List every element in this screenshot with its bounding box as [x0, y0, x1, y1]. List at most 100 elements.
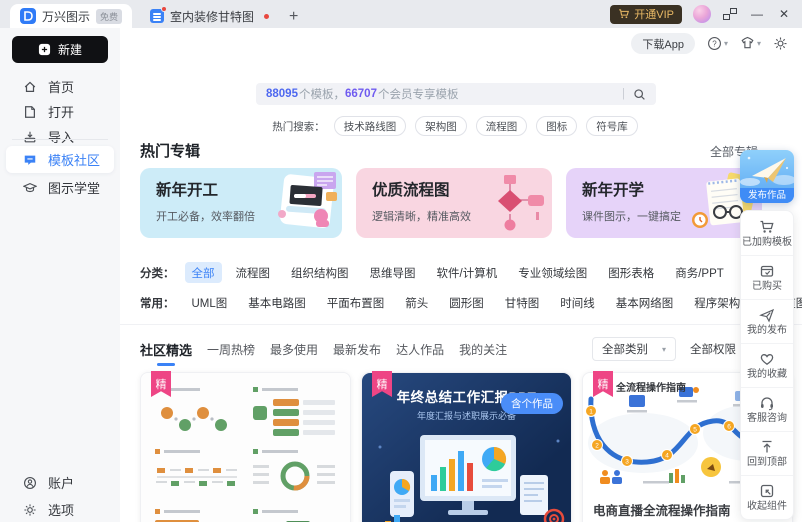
back-to-top-button[interactable]: 回到顶部 [741, 431, 793, 475]
promo-subtitle: 逻辑清晰，精准高效 [372, 208, 471, 224]
category-filter-dropdown[interactable]: 全部类别 ▾ [592, 337, 676, 361]
common-row: 常用： UML图 基本电路图 平面布置图 箭头 圆形图 甘特图 时间线 基本网络… [140, 292, 802, 313]
customer-service-button[interactable]: 客服咨询 [741, 387, 793, 431]
sidebar-item-account[interactable]: 账户 [6, 469, 114, 496]
common-item[interactable]: 箭头 [398, 292, 435, 313]
sidebar-item-template-community[interactable]: 模板社区 [6, 146, 114, 173]
collapse-icon [759, 483, 775, 499]
help-icon: ? [707, 36, 722, 51]
cart-icon [759, 219, 775, 235]
tab-document[interactable]: 室内装修甘特图 [140, 4, 279, 28]
tab-home[interactable]: 万兴图示 免费 [10, 4, 132, 28]
category-item[interactable]: 图形表格 [601, 262, 661, 283]
category-item[interactable]: 流程图 [229, 262, 278, 283]
unsaved-dot-icon [264, 14, 269, 19]
category-item[interactable]: 组织结构图 [284, 262, 356, 283]
category-item[interactable]: 专业领域绘图 [511, 262, 594, 283]
download-app-button[interactable]: 下载App [631, 33, 695, 54]
settings-button[interactable] [773, 36, 788, 51]
hot-tag[interactable]: 流程图 [476, 116, 528, 136]
hot-tag[interactable]: 图标 [536, 116, 577, 136]
category-item[interactable]: 商务/PPT [668, 262, 731, 283]
svg-text:1: 1 [589, 409, 593, 416]
my-publications-button[interactable]: 我的发布 [741, 299, 793, 343]
category-item[interactable]: 思维导图 [363, 262, 423, 283]
purchased-button[interactable]: 已购买 [741, 255, 793, 299]
minimize-button[interactable]: — [749, 8, 765, 20]
titlebar: 万兴图示 免费 室内装修甘特图 + 开通VIP — ✕ [0, 0, 802, 28]
chat-bubble-icon [23, 153, 37, 167]
sidebar-item-open[interactable]: 打开 [6, 98, 114, 125]
template-count: 88095 [266, 88, 298, 100]
app-window: 万兴图示 免费 室内装修甘特图 + 开通VIP — ✕ 新建 [0, 0, 802, 522]
section-divider [120, 324, 802, 325]
works-count-pill: 含个作品 [501, 393, 563, 414]
floating-toolbar: 已加购模板 已购买 我的发布 我的收藏 客服咨询 回到顶部 收起组件 [740, 210, 794, 520]
svg-text:5: 5 [693, 427, 697, 434]
free-badge: 免费 [96, 9, 122, 24]
search-icon[interactable] [633, 88, 646, 101]
file-icon [23, 105, 37, 119]
search-input[interactable]: 88095 个模板， 66707 个会员专享模板 | [256, 83, 656, 105]
new-document-button[interactable]: 新建 [12, 36, 108, 63]
theme-button[interactable]: ▾ [740, 36, 761, 51]
added-templates-button[interactable]: 已加购模板 [741, 211, 793, 255]
sidebar-item-home[interactable]: 首页 [6, 73, 114, 100]
search-divider: | [622, 88, 625, 100]
common-label: 常用： [140, 295, 175, 311]
sidebar-item-options[interactable]: 选项 [6, 496, 114, 522]
sidebar: 新建 首页 打开 导入 模板社区 图示学堂 账户 选项 [0, 28, 120, 522]
publish-work-button[interactable]: 发布作品 [740, 150, 794, 203]
flowchart-illustration-icon [476, 170, 550, 236]
tab-expert-works[interactable]: 达人作品 [396, 341, 444, 358]
infographic-preview [141, 373, 350, 522]
tab-most-used[interactable]: 最多使用 [270, 341, 318, 358]
avatar[interactable] [693, 5, 711, 23]
hot-tag[interactable]: 符号库 [586, 116, 638, 136]
send-icon [759, 307, 775, 323]
hot-search-row: 热门搜索： 技术路线图 架构图 流程图 图标 符号库 [240, 116, 670, 136]
tab-community-featured[interactable]: 社区精选 [140, 340, 192, 359]
main-content: 下载App ? ▾ ▾ 88095 个模板， 66707 个会员专享模板 | 热… [120, 28, 802, 522]
common-item[interactable]: 时间线 [553, 292, 602, 313]
common-item[interactable]: 甘特图 [498, 292, 547, 313]
tab-my-follows[interactable]: 我的关注 [459, 341, 507, 358]
close-button[interactable]: ✕ [776, 8, 792, 20]
svg-text:4: 4 [665, 453, 669, 460]
sidebar-divider [12, 139, 108, 140]
collapse-widgets-button[interactable]: 收起组件 [741, 475, 793, 519]
my-favorites-button[interactable]: 我的收藏 [741, 343, 793, 387]
albums-section-title: 热门专辑 [140, 140, 200, 161]
tab-newest[interactable]: 最新发布 [333, 341, 381, 358]
svg-text:2: 2 [595, 443, 599, 450]
new-tab-button[interactable]: + [289, 9, 298, 25]
category-label: 分类： [140, 265, 175, 281]
account-icon [23, 476, 37, 490]
search-placeholder-text2: 个会员专享模板 [378, 86, 459, 102]
category-item-all[interactable]: 全部 [185, 262, 222, 283]
category-item[interactable]: 软件/计算机 [430, 262, 505, 283]
import-icon [23, 130, 37, 144]
common-item[interactable]: 圆形图 [442, 292, 491, 313]
vip-button[interactable]: 开通VIP [610, 5, 682, 24]
hot-tag[interactable]: 技术路线图 [334, 116, 407, 136]
tab-weekly-hot[interactable]: 一周热榜 [207, 341, 255, 358]
common-item[interactable]: 平面布置图 [320, 292, 392, 313]
help-button[interactable]: ? ▾ [707, 36, 728, 51]
hot-tag[interactable]: 架构图 [415, 116, 467, 136]
svg-text:?: ? [712, 39, 717, 48]
vip-template-count: 66707 [345, 88, 377, 100]
promo-card-back-to-school[interactable]: 新年开学 课件图示，一键搞定 [566, 168, 762, 238]
common-item[interactable]: 基本电路图 [241, 292, 313, 313]
paper-plane-icon [740, 150, 794, 188]
tab-document-label: 室内装修甘特图 [170, 8, 254, 25]
promo-card-new-year-work[interactable]: 新年开工 开工必备，效率翻倍 [140, 168, 342, 238]
promo-card-flowchart[interactable]: 优质流程图 逻辑清晰，精准高效 [356, 168, 552, 238]
sidebar-item-academy[interactable]: 图示学堂 [6, 174, 114, 201]
common-item[interactable]: UML图 [185, 292, 235, 313]
template-card-infographic[interactable]: 精 [140, 372, 351, 522]
permission-filter-dropdown[interactable]: 全部权限 [690, 341, 736, 357]
template-card-ppt-report[interactable]: 精 年终总结工作汇报PPT 含个作品 年度汇报与述职展示必备 [361, 372, 572, 522]
common-item[interactable]: 基本网络图 [609, 292, 681, 313]
hot-search-label: 热门搜索： [272, 119, 325, 134]
